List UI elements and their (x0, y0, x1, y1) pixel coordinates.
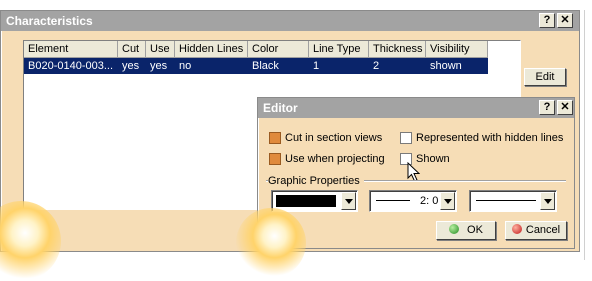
sun-logo-icon (236, 208, 306, 278)
cell-visibility: shown (430, 60, 462, 72)
cut-in-section-checkbox[interactable] (269, 132, 281, 144)
cell-line-type: 1 (313, 60, 320, 72)
column-header-use[interactable]: Use (146, 41, 175, 58)
column-header-line-type[interactable]: Line Type (309, 41, 369, 58)
mouse-cursor-icon (407, 162, 420, 182)
cancel-button[interactable]: Cancel (505, 221, 567, 240)
graphic-properties-label: Graphic Properties (268, 174, 364, 188)
hidden-lines-checkbox[interactable] (400, 132, 412, 144)
column-header-cut[interactable]: Cut (118, 41, 146, 58)
window-edge (584, 10, 585, 260)
edit-button[interactable]: Edit (524, 68, 566, 86)
ok-icon (449, 224, 460, 234)
characteristics-title: Characteristics (1, 11, 579, 31)
chevron-down-icon[interactable] (540, 192, 555, 210)
chevron-down-icon[interactable] (440, 192, 455, 210)
color-combo[interactable] (271, 190, 358, 212)
line-type-combo[interactable]: 2: 0 (369, 190, 457, 212)
line-sample (376, 200, 410, 201)
column-header-thickness[interactable]: Thickness (369, 41, 426, 58)
color-swatch (276, 195, 336, 207)
thickness-sample (476, 200, 536, 201)
thickness-combo[interactable] (469, 190, 557, 212)
cell-color: Black (252, 60, 279, 72)
cell-use: yes (150, 60, 168, 72)
column-header-visibility[interactable]: Visibility (426, 41, 488, 58)
ok-label: OK (467, 224, 483, 236)
cancel-icon (511, 224, 522, 234)
shown-label: Shown (416, 153, 450, 165)
cell-element: B020-0140-003... (28, 60, 114, 72)
cancel-label: Cancel (525, 224, 561, 236)
cell-hidden-lines: no (179, 60, 192, 72)
table-row[interactable]: B020-0140-003... yes yes no Black 1 2 sh… (24, 58, 488, 74)
use-when-projecting-checkbox[interactable] (269, 153, 281, 165)
cell-thickness: 2 (373, 60, 380, 72)
use-when-projecting-label: Use when projecting (285, 153, 385, 165)
chevron-down-icon[interactable] (341, 192, 356, 210)
editor-window: Editor ? ✕ Cut in section views Represen… (236, 97, 575, 278)
editor-help-button[interactable]: ? (539, 100, 555, 115)
column-header-color[interactable]: Color (248, 41, 309, 58)
editor-title: Editor (258, 98, 574, 118)
sun-logo-icon (0, 201, 61, 281)
ok-button[interactable]: OK (436, 221, 496, 240)
hidden-lines-label: Represented with hidden lines (416, 132, 564, 144)
column-header-element[interactable]: Element (24, 41, 118, 58)
characteristics-close-button[interactable]: ✕ (557, 13, 573, 28)
cut-in-section-label: Cut in section views (285, 132, 383, 144)
column-header-hidden-lines[interactable]: Hidden Lines (175, 41, 248, 58)
cell-cut: yes (122, 60, 140, 72)
line-type-value: 2: 0 (420, 195, 439, 207)
editor-close-button[interactable]: ✕ (557, 100, 573, 115)
characteristics-help-button[interactable]: ? (539, 13, 555, 28)
